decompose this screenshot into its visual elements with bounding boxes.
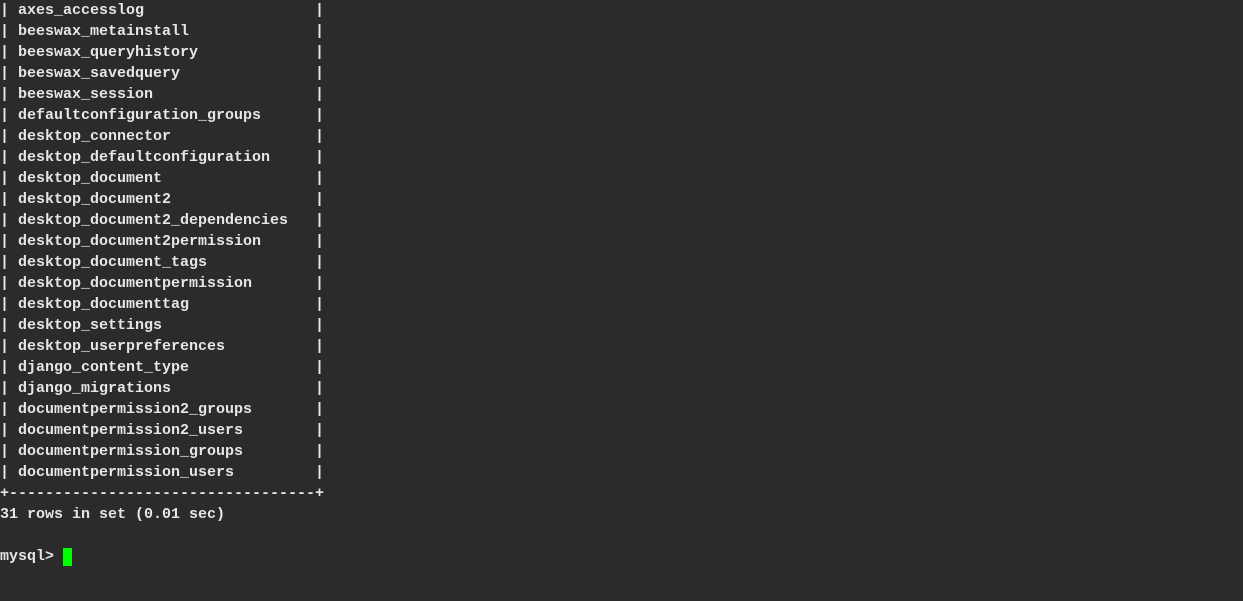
table-row: | documentpermission2_groups | xyxy=(0,399,1243,420)
table-row: | documentpermission_users | xyxy=(0,462,1243,483)
table-row: | desktop_connector | xyxy=(0,126,1243,147)
table-row: | django_migrations | xyxy=(0,378,1243,399)
terminal-output[interactable]: | axes_accesslog || beeswax_metainstall … xyxy=(0,0,1243,567)
table-row: | desktop_defaultconfiguration | xyxy=(0,147,1243,168)
table-row: | desktop_userpreferences | xyxy=(0,336,1243,357)
table-row: | django_content_type | xyxy=(0,357,1243,378)
table-row: | axes_accesslog | xyxy=(0,0,1243,21)
table-row: | desktop_document2permission | xyxy=(0,231,1243,252)
table-row: | documentpermission_groups | xyxy=(0,441,1243,462)
blank-line xyxy=(0,525,1243,546)
table-row: | beeswax_savedquery | xyxy=(0,63,1243,84)
table-row: | desktop_documentpermission | xyxy=(0,273,1243,294)
table-row: | desktop_documenttag | xyxy=(0,294,1243,315)
table-row: | beeswax_queryhistory | xyxy=(0,42,1243,63)
cursor-icon xyxy=(63,548,72,566)
table-row: | desktop_settings | xyxy=(0,315,1243,336)
table-row: | desktop_document2 | xyxy=(0,189,1243,210)
table-row: | desktop_document2_dependencies | xyxy=(0,210,1243,231)
table-row: | desktop_document_tags | xyxy=(0,252,1243,273)
table-row: | beeswax_session | xyxy=(0,84,1243,105)
result-summary: 31 rows in set (0.01 sec) xyxy=(0,504,1243,525)
table-row: | desktop_document | xyxy=(0,168,1243,189)
table-row: | documentpermission2_users | xyxy=(0,420,1243,441)
prompt-line[interactable]: mysql> xyxy=(0,546,1243,567)
mysql-prompt: mysql> xyxy=(0,546,63,567)
table-rows-container: | axes_accesslog || beeswax_metainstall … xyxy=(0,0,1243,483)
table-row: | beeswax_metainstall | xyxy=(0,21,1243,42)
table-row: | defaultconfiguration_groups | xyxy=(0,105,1243,126)
table-border-bottom: +----------------------------------+ xyxy=(0,483,1243,504)
